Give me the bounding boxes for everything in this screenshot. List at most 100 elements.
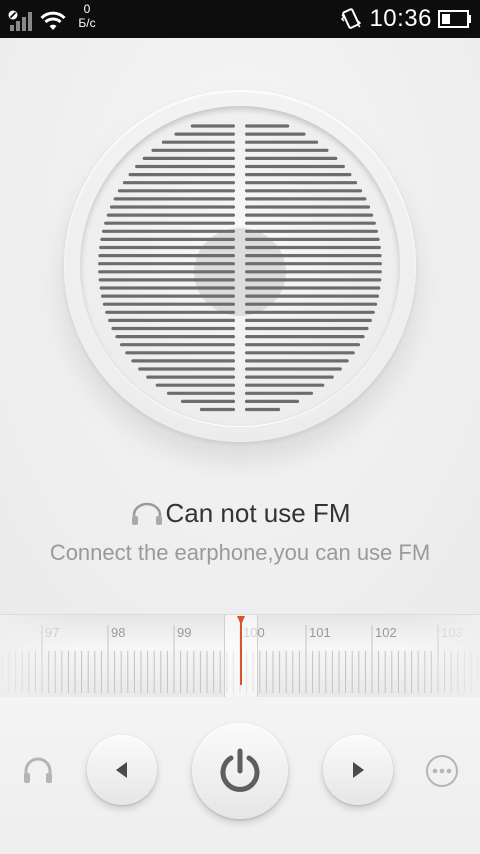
speaker-slot bbox=[245, 310, 375, 314]
speaker-slot bbox=[131, 359, 235, 363]
speaker-slot bbox=[245, 148, 329, 152]
tuner-needle bbox=[237, 616, 245, 685]
speaker-slot bbox=[105, 310, 235, 314]
tuner-fade-left bbox=[0, 615, 70, 697]
speaker-slot bbox=[111, 326, 235, 331]
wifi-icon bbox=[40, 11, 66, 30]
speaker-slot bbox=[151, 148, 235, 152]
speaker-slot bbox=[98, 278, 235, 282]
speaker-slot bbox=[146, 375, 235, 379]
speaker-slot bbox=[122, 181, 235, 185]
speaker-slot bbox=[99, 245, 235, 250]
speaker-slot bbox=[161, 140, 235, 144]
speaker-slot bbox=[98, 254, 236, 258]
speaker-slot bbox=[245, 286, 381, 290]
speaker-slot bbox=[245, 213, 374, 217]
speaker-slot bbox=[113, 197, 235, 201]
tuner-frequency-label: 99 bbox=[177, 625, 191, 640]
status-right: 10:36 bbox=[339, 4, 472, 34]
speaker-slot bbox=[245, 221, 376, 225]
speaker-slot bbox=[245, 326, 369, 331]
speaker-slot bbox=[98, 270, 235, 274]
next-station-button[interactable] bbox=[323, 735, 393, 805]
speaker-slot bbox=[245, 278, 382, 282]
headset-button[interactable] bbox=[19, 752, 57, 790]
speaker-slot bbox=[174, 132, 235, 136]
speaker-slot bbox=[245, 173, 352, 177]
speaker-inner bbox=[80, 106, 400, 426]
status-subtitle: Connect the earphone,you can use FM bbox=[49, 540, 431, 565]
status-bar: 0 Б/с 10:36 bbox=[0, 0, 480, 38]
clock: 10:36 bbox=[369, 5, 432, 32]
tuner-frequency-label: 102 bbox=[375, 625, 397, 640]
status-message: Can not use FM bbox=[0, 498, 480, 529]
speaker-slot bbox=[245, 399, 300, 403]
speaker-slot bbox=[119, 343, 235, 347]
speaker-slot bbox=[125, 351, 235, 355]
control-bar bbox=[0, 697, 480, 854]
signal-icon bbox=[8, 10, 32, 31]
speaker-slot bbox=[245, 262, 382, 266]
speaker-slot bbox=[190, 124, 235, 128]
headset-icon bbox=[24, 757, 52, 783]
speaker-slot bbox=[245, 164, 345, 169]
prev-triangle-icon bbox=[116, 762, 127, 778]
speaker-slot bbox=[245, 359, 349, 363]
fm-main-area: Can not use FM Connect the earphone,you … bbox=[0, 38, 480, 614]
speaker-slot bbox=[245, 351, 355, 355]
speaker-slot bbox=[245, 245, 381, 250]
speaker-slot bbox=[106, 213, 236, 217]
speaker-slot bbox=[99, 286, 236, 290]
speaker-slot bbox=[245, 302, 378, 306]
status-title: Can not use FM bbox=[165, 498, 351, 528]
frequency-tuner[interactable]: 979899100101102103 bbox=[0, 614, 480, 698]
speaker-slot bbox=[115, 335, 235, 339]
speaker-slot bbox=[245, 367, 342, 371]
speaker-slot bbox=[245, 181, 358, 185]
more-icon bbox=[426, 755, 458, 787]
speaker-slots bbox=[98, 124, 382, 412]
speaker-slot bbox=[245, 383, 325, 387]
speaker-grille bbox=[64, 90, 416, 442]
speaker-slot bbox=[245, 229, 378, 233]
speaker-slot bbox=[245, 375, 334, 379]
speaker-slot bbox=[245, 156, 338, 160]
next-triangle-icon bbox=[353, 762, 364, 778]
speaker-slot bbox=[245, 270, 382, 274]
vibrate-icon bbox=[341, 8, 362, 29]
network-speed: 0 Б/с bbox=[74, 2, 100, 30]
speaker-slot bbox=[102, 229, 235, 233]
speaker-slot bbox=[245, 318, 372, 322]
speaker-slot bbox=[245, 132, 306, 136]
speaker-slot bbox=[166, 391, 235, 395]
speaker-slot bbox=[199, 407, 235, 412]
speaker-slot bbox=[180, 399, 235, 403]
speaker-slot bbox=[100, 237, 235, 241]
network-speed-value: 0 bbox=[83, 2, 91, 16]
speaker-slot bbox=[128, 173, 235, 177]
speaker-slot bbox=[142, 156, 235, 160]
speaker-slot bbox=[135, 164, 235, 169]
tuner-needle-window bbox=[224, 615, 258, 697]
tuner-frequency-label: 98 bbox=[111, 625, 125, 640]
speaker-slot bbox=[245, 124, 290, 128]
power-icon bbox=[220, 748, 260, 792]
battery-icon bbox=[438, 10, 471, 28]
speaker-slot bbox=[245, 189, 363, 193]
speaker-slot bbox=[117, 189, 235, 193]
tuner-frequency-label: 101 bbox=[309, 625, 331, 640]
speaker-slot bbox=[245, 294, 379, 298]
speaker-slot bbox=[245, 205, 371, 209]
status-left bbox=[8, 6, 66, 32]
speaker-slot bbox=[104, 221, 236, 225]
speaker-slot bbox=[98, 262, 236, 266]
speaker-slot bbox=[108, 318, 235, 322]
speaker-slot bbox=[155, 383, 235, 387]
network-speed-unit: Б/с bbox=[78, 16, 96, 30]
speaker-slot bbox=[138, 367, 235, 371]
previous-station-button[interactable] bbox=[87, 735, 157, 805]
power-button[interactable] bbox=[192, 723, 288, 819]
speaker-slot bbox=[245, 343, 361, 347]
more-options-button[interactable] bbox=[423, 752, 461, 790]
speaker-slot bbox=[101, 294, 235, 298]
